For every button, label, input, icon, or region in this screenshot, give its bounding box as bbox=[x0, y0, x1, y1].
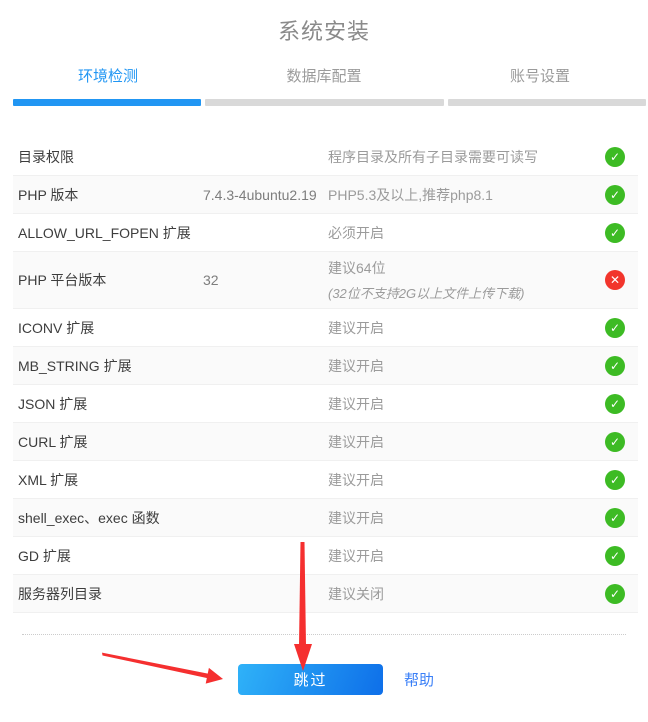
check-item-status: ✓ bbox=[592, 147, 638, 167]
step-progress-bar bbox=[13, 99, 646, 106]
check-circle-icon: ✓ bbox=[605, 470, 625, 490]
check-item-requirement: 建议开启 bbox=[328, 540, 592, 572]
check-item-status: ✓ bbox=[592, 394, 638, 414]
tab-account-settings[interactable]: 账号设置 bbox=[432, 65, 648, 86]
check-circle-icon: ✓ bbox=[605, 147, 625, 167]
check-item-status: ✓ bbox=[592, 356, 638, 376]
check-circle-icon: ✓ bbox=[605, 185, 625, 205]
check-row: CURL 扩展 建议开启 ✓ bbox=[13, 423, 638, 461]
environment-check-table: 目录权限 程序目录及所有子目录需要可读写 ✓ PHP 版本 7.4.3-4ubu… bbox=[13, 138, 638, 613]
check-item-requirement: 建议开启 bbox=[328, 350, 592, 382]
check-item-requirement: PHP5.3及以上,推荐php8.1 bbox=[328, 179, 592, 211]
check-item-name: 服务器列目录 bbox=[13, 584, 203, 604]
check-item-status: ✓ bbox=[592, 508, 638, 528]
check-circle-icon: ✓ bbox=[605, 394, 625, 414]
requirement-text: 建议开启 bbox=[328, 470, 592, 490]
footer-actions: 跳过 帮助 bbox=[0, 664, 648, 695]
check-item-status: ✓ bbox=[592, 546, 638, 566]
check-circle-icon: ✓ bbox=[605, 508, 625, 528]
check-item-value: 7.4.3-4ubuntu2.19 bbox=[203, 187, 328, 203]
check-circle-icon: ✓ bbox=[605, 584, 625, 604]
check-row: PHP 版本 7.4.3-4ubuntu2.19 PHP5.3及以上,推荐php… bbox=[13, 176, 638, 214]
requirement-text: PHP5.3及以上,推荐php8.1 bbox=[328, 185, 592, 205]
check-circle-icon: ✓ bbox=[605, 546, 625, 566]
check-item-status: ✓ bbox=[592, 470, 638, 490]
check-row: 目录权限 程序目录及所有子目录需要可读写 ✓ bbox=[13, 138, 638, 176]
check-item-name: GD 扩展 bbox=[13, 546, 203, 566]
requirement-text: 建议开启 bbox=[328, 508, 592, 528]
requirement-text: 程序目录及所有子目录需要可读写 bbox=[328, 147, 592, 167]
check-row: ALLOW_URL_FOPEN 扩展 必须开启 ✓ bbox=[13, 214, 638, 252]
check-item-requirement: 程序目录及所有子目录需要可读写 bbox=[328, 141, 592, 173]
check-item-name: MB_STRING 扩展 bbox=[13, 356, 203, 376]
x-circle-icon: ✕ bbox=[605, 270, 625, 290]
check-item-name: shell_exec、exec 函数 bbox=[13, 508, 203, 528]
tab-bar: 环境检测 数据库配置 账号设置 bbox=[0, 65, 648, 86]
check-row: 服务器列目录 建议关闭 ✓ bbox=[13, 575, 638, 613]
check-item-value: 32 bbox=[203, 272, 328, 288]
progress-segment bbox=[205, 99, 444, 106]
check-row: GD 扩展 建议开启 ✓ bbox=[13, 537, 638, 575]
help-link[interactable]: 帮助 bbox=[404, 669, 434, 690]
requirement-text: 建议开启 bbox=[328, 356, 592, 376]
requirement-text: 建议开启 bbox=[328, 394, 592, 414]
skip-button[interactable]: 跳过 bbox=[238, 664, 383, 695]
check-item-status: ✓ bbox=[592, 223, 638, 243]
check-item-requirement: 建议开启 bbox=[328, 464, 592, 496]
page-title: 系统安装 bbox=[0, 14, 648, 46]
check-item-name: 目录权限 bbox=[13, 147, 203, 167]
check-circle-icon: ✓ bbox=[605, 223, 625, 243]
check-item-status: ✕ bbox=[592, 270, 638, 290]
check-item-requirement: 建议开启 bbox=[328, 312, 592, 344]
requirement-text: 建议开启 bbox=[328, 318, 592, 338]
requirement-text: 建议开启 bbox=[328, 432, 592, 452]
check-item-name: XML 扩展 bbox=[13, 470, 203, 490]
check-item-name: CURL 扩展 bbox=[13, 432, 203, 452]
check-row: ICONV 扩展 建议开启 ✓ bbox=[13, 309, 638, 347]
requirement-text: 建议64位 bbox=[328, 258, 592, 278]
check-item-name: ICONV 扩展 bbox=[13, 318, 203, 338]
check-circle-icon: ✓ bbox=[605, 432, 625, 452]
check-item-status: ✓ bbox=[592, 318, 638, 338]
check-item-requirement: 建议开启 bbox=[328, 388, 592, 420]
check-circle-icon: ✓ bbox=[605, 318, 625, 338]
check-item-name: PHP 版本 bbox=[13, 185, 203, 205]
check-item-requirement: 建议开启 bbox=[328, 426, 592, 458]
progress-segment-active bbox=[13, 99, 201, 106]
requirement-text: 建议关闭 bbox=[328, 584, 592, 604]
check-item-requirement: 建议64位 (32位不支持2G以上文件上传下载) bbox=[328, 252, 592, 308]
check-row: shell_exec、exec 函数 建议开启 ✓ bbox=[13, 499, 638, 537]
check-row: XML 扩展 建议开启 ✓ bbox=[13, 461, 638, 499]
check-item-requirement: 建议关闭 bbox=[328, 578, 592, 610]
requirement-text: 必须开启 bbox=[328, 223, 592, 243]
check-item-name: PHP 平台版本 bbox=[13, 270, 203, 290]
check-circle-icon: ✓ bbox=[605, 356, 625, 376]
tab-environment-check[interactable]: 环境检测 bbox=[0, 65, 216, 86]
requirement-note: (32位不支持2G以上文件上传下载) bbox=[328, 283, 592, 302]
check-item-requirement: 必须开启 bbox=[328, 217, 592, 249]
requirement-text: 建议开启 bbox=[328, 546, 592, 566]
dotted-divider bbox=[22, 634, 626, 635]
tab-database-config[interactable]: 数据库配置 bbox=[216, 65, 432, 86]
check-item-name: JSON 扩展 bbox=[13, 394, 203, 414]
check-row: PHP 平台版本 32 建议64位 (32位不支持2G以上文件上传下载) ✕ bbox=[13, 252, 638, 309]
check-row: MB_STRING 扩展 建议开启 ✓ bbox=[13, 347, 638, 385]
check-item-name: ALLOW_URL_FOPEN 扩展 bbox=[13, 223, 203, 243]
check-item-status: ✓ bbox=[592, 432, 638, 452]
check-row: JSON 扩展 建议开启 ✓ bbox=[13, 385, 638, 423]
check-item-status: ✓ bbox=[592, 584, 638, 604]
check-item-status: ✓ bbox=[592, 185, 638, 205]
progress-segment bbox=[448, 99, 646, 106]
check-item-requirement: 建议开启 bbox=[328, 502, 592, 534]
